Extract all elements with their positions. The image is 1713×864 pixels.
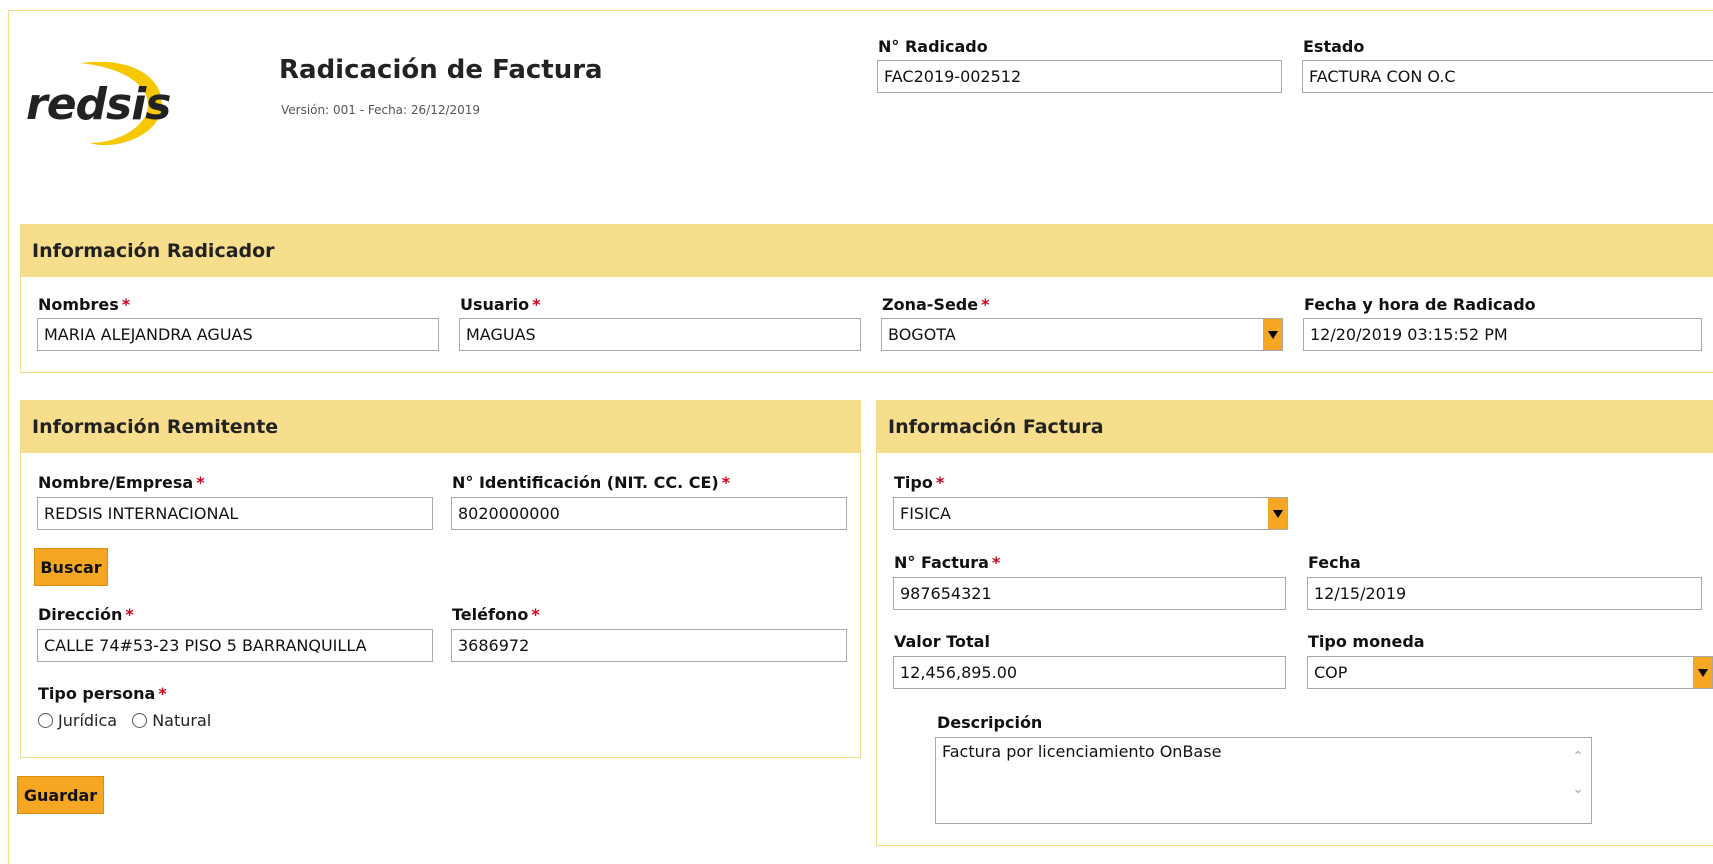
- tipo-select-value: FISICA: [900, 504, 951, 523]
- tipo-persona-options: Jurídica Natural: [38, 711, 211, 730]
- empresa-label: Nombre/Empresa *: [38, 473, 205, 492]
- estado-field[interactable]: FACTURA CON O.C: [1302, 60, 1713, 93]
- required-mark: *: [981, 295, 990, 314]
- required-mark: *: [721, 473, 731, 492]
- direccion-field[interactable]: CALLE 74#53-23 PISO 5 BARRANQUILLA: [37, 629, 433, 662]
- factura-heading: Información Factura: [877, 401, 1713, 453]
- required-mark: *: [531, 605, 540, 624]
- required-mark: *: [196, 473, 205, 492]
- tipo-moneda-value: COP: [1314, 663, 1348, 682]
- tipo-select[interactable]: FISICA: [893, 497, 1288, 530]
- tipo-moneda-label: Tipo moneda: [1308, 632, 1425, 651]
- nombres-field[interactable]: MARIA ALEJANDRA AGUAS: [37, 318, 439, 351]
- descripcion-text: Factura por licenciamiento OnBase: [942, 742, 1222, 761]
- telefono-field[interactable]: 3686972: [451, 629, 847, 662]
- tipo-persona-label: Tipo persona *: [38, 684, 167, 703]
- fecha-factura-label: Fecha: [1308, 553, 1361, 572]
- zona-select-value: BOGOTA: [888, 325, 956, 344]
- radio-natural[interactable]: Natural: [132, 711, 211, 730]
- nombres-label: Nombres *: [38, 295, 131, 314]
- radio-circle-icon[interactable]: [132, 713, 148, 728]
- valor-total-field[interactable]: 12,456,895.00: [893, 656, 1286, 689]
- tipo-moneda-select[interactable]: COP: [1307, 656, 1713, 689]
- radio-juridica[interactable]: Jurídica: [38, 711, 117, 730]
- radicado-field[interactable]: FAC2019-002512: [877, 60, 1282, 93]
- chevron-up-icon[interactable]: ⌃: [1571, 748, 1585, 766]
- valor-total-label: Valor Total: [894, 632, 990, 651]
- zona-select[interactable]: BOGOTA: [881, 318, 1283, 351]
- descripcion-label: Descripción: [937, 713, 1043, 732]
- chevron-down-icon[interactable]: [1263, 319, 1282, 350]
- required-mark: *: [991, 553, 1001, 572]
- descripcion-textarea[interactable]: Factura por licenciamiento OnBase ⌃ ⌄: [935, 737, 1592, 824]
- remitente-panel: Información Remitente: [20, 400, 861, 758]
- buscar-button[interactable]: Buscar: [34, 548, 108, 586]
- remitente-heading: Información Remitente: [21, 401, 860, 453]
- identificacion-label: N° Identificación (NIT. CC. CE) *: [452, 473, 731, 492]
- fecha-radicado-field[interactable]: 12/20/2019 03:15:52 PM: [1303, 318, 1702, 351]
- chevron-down-icon[interactable]: [1693, 657, 1712, 688]
- required-mark: *: [158, 684, 167, 703]
- textarea-scrollbar[interactable]: ⌃ ⌄: [1571, 748, 1585, 808]
- redsis-logo: redsis: [20, 55, 190, 155]
- required-mark: *: [125, 605, 134, 624]
- required-mark: *: [532, 295, 541, 314]
- chevron-down-icon[interactable]: [1268, 498, 1287, 529]
- usuario-label: Usuario *: [460, 295, 541, 314]
- tipo-label: Tipo *: [894, 473, 945, 492]
- radicador-heading: Información Radicador: [21, 225, 1713, 277]
- usuario-field[interactable]: MAGUAS: [459, 318, 861, 351]
- fecha-radicado-label: Fecha y hora de Radicado: [1304, 295, 1536, 314]
- radicado-label: N° Radicado: [878, 37, 988, 56]
- required-mark: *: [121, 295, 131, 314]
- page-subtitle: Versión: 001 - Fecha: 26/12/2019: [281, 103, 481, 117]
- chevron-down-icon[interactable]: ⌄: [1571, 780, 1585, 798]
- telefono-label: Teléfono *: [452, 605, 540, 624]
- required-mark: *: [935, 473, 945, 492]
- numero-factura-field[interactable]: 987654321: [893, 577, 1286, 610]
- page-title: Radicación de Factura: [279, 55, 603, 85]
- guardar-button[interactable]: Guardar: [17, 776, 104, 814]
- svg-text:redsis: redsis: [26, 79, 171, 130]
- zona-label: Zona-Sede *: [882, 295, 990, 314]
- estado-label: Estado: [1303, 37, 1365, 56]
- numero-factura-label: N° Factura *: [894, 553, 1001, 572]
- identificacion-field[interactable]: 8020000000: [451, 497, 847, 530]
- direccion-label: Dirección *: [38, 605, 134, 624]
- fecha-factura-field[interactable]: 12/15/2019: [1307, 577, 1702, 610]
- radio-circle-icon[interactable]: [38, 713, 53, 728]
- empresa-field[interactable]: REDSIS INTERNACIONAL: [37, 497, 433, 530]
